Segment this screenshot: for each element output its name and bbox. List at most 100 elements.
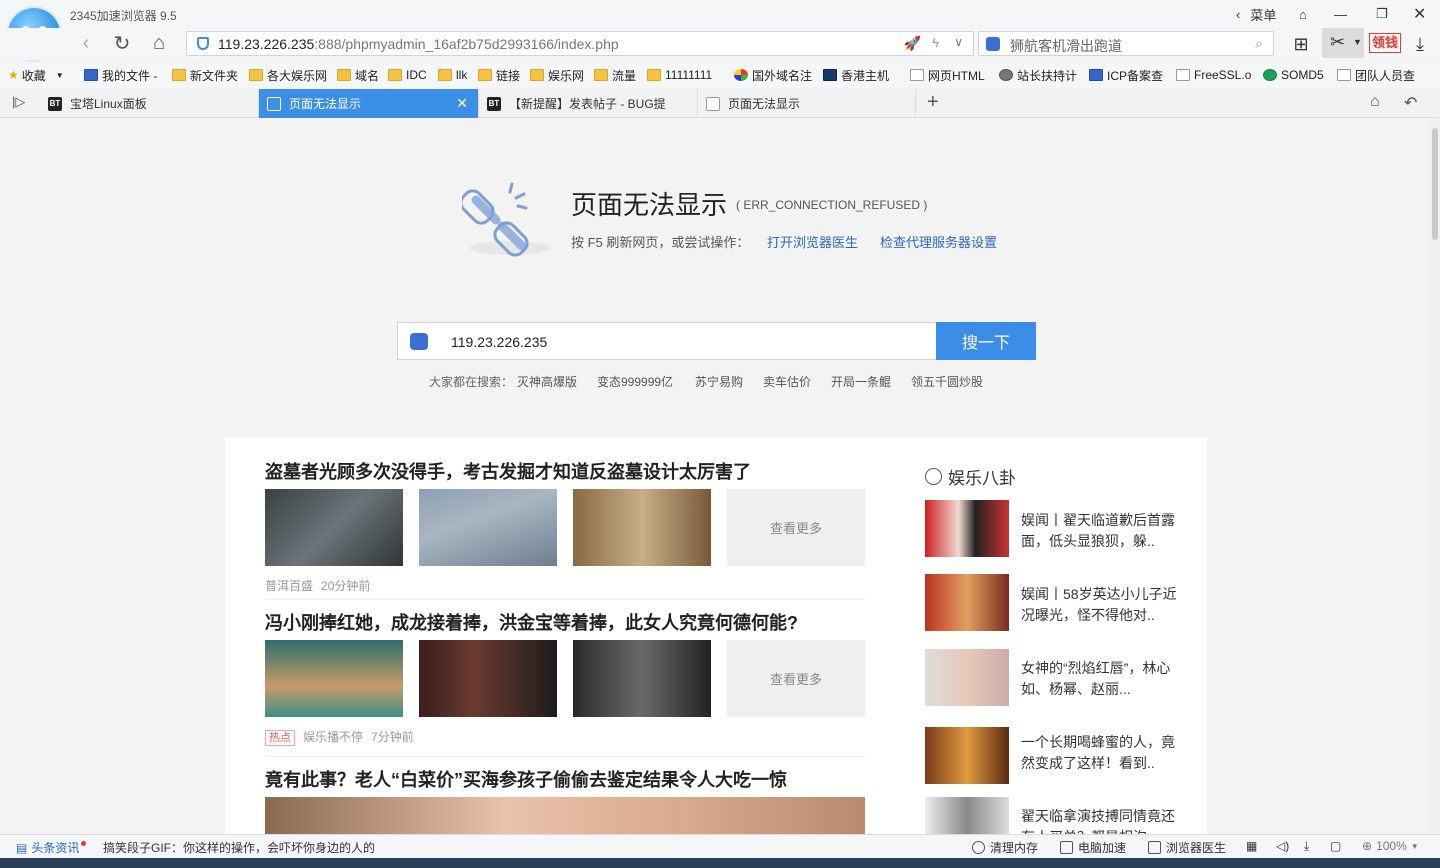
divider xyxy=(265,756,865,757)
news-ticker-button[interactable]: ▤ 头条资讯 xyxy=(16,839,87,856)
side-thumbnail[interactable] xyxy=(925,797,1009,834)
undo-close-icon[interactable]: ↶ xyxy=(1404,93,1417,113)
lingqian-button[interactable]: 领钱 xyxy=(1369,33,1402,53)
bookmark-folder[interactable]: 链接 xyxy=(478,62,520,88)
side-thumbnail[interactable] xyxy=(925,500,1009,557)
home-icon[interactable]: ⌂ xyxy=(147,31,171,55)
download-icon[interactable]: ⤓ xyxy=(1408,32,1432,56)
side-news-text[interactable]: 女神的“烈焰红唇”，林心如、杨幂、赵丽... xyxy=(1021,658,1181,700)
search-box[interactable]: 狮航客机滑出跑道 ⌕ xyxy=(978,31,1274,56)
news-thumbnail[interactable] xyxy=(265,489,403,566)
lightning-icon[interactable]: ϟ xyxy=(932,35,939,50)
tab-error[interactable]: 页面无法显示 xyxy=(698,89,916,118)
bookmark-link[interactable]: 国外域名注 xyxy=(734,62,812,88)
bookmark-label: 团队人员查 xyxy=(1355,68,1416,83)
open-browser-doctor-link[interactable]: 打开浏览器医生 xyxy=(767,232,858,251)
bookmark-link[interactable]: FreeSSL.o xyxy=(1176,62,1251,88)
zoom-control[interactable]: ⊕ 100% ▼ xyxy=(1362,839,1419,853)
bookmark-folder[interactable]: 各大娱乐网 xyxy=(249,62,327,88)
bookmark-link[interactable]: 站长扶持计 xyxy=(999,62,1077,88)
apps-grid-icon[interactable]: ⊞ xyxy=(1289,32,1313,56)
news-large-image[interactable] xyxy=(265,797,865,834)
address-bar[interactable]: 119.23.226.235:888/phpmyadmin_16af2b75d2… xyxy=(186,31,974,56)
minimize-icon[interactable]: — xyxy=(1334,4,1347,24)
tab-error-active[interactable]: 页面无法显示 ✕ xyxy=(259,89,479,118)
back-icon[interactable]: ‹ xyxy=(74,31,98,55)
news-title[interactable]: 冯小刚捧红她，成龙接着捧，洪金宝等着捧，此女人究竟何德何能? xyxy=(265,609,798,635)
sound-icon[interactable]: ◁) xyxy=(1276,839,1289,853)
view-more-button[interactable]: 查看更多 xyxy=(727,489,865,566)
refresh-icon[interactable]: ↻ xyxy=(110,31,134,55)
hot-search-item[interactable]: 开局一条鲲 xyxy=(831,373,891,390)
tab-bt-post[interactable]: BT 【新提醒】发表帖子 - BUG提 xyxy=(479,89,698,118)
new-tab-icon[interactable]: + xyxy=(927,91,939,114)
bookmark-label: 国外域名注 xyxy=(752,68,813,83)
clean-memory-button[interactable]: 清理内存 xyxy=(972,839,1038,856)
side-thumbnail[interactable] xyxy=(925,574,1009,631)
hot-search-item[interactable]: 领五千圆炒股 xyxy=(911,373,983,390)
folder-icon xyxy=(594,69,608,81)
news-title[interactable]: 竟有此事？老人“白菜价”买海参孩子偷偷去鉴定结果令人大吃一惊 xyxy=(265,766,787,792)
sidebar-toggle-icon[interactable]: |▷ xyxy=(12,94,25,110)
side-news-text[interactable]: 翟天临拿演技搏同情竟还有人买单？都是相沟.. xyxy=(1021,806,1181,834)
scrollbar[interactable] xyxy=(1430,118,1440,834)
bookmark-folder[interactable]: llk xyxy=(438,62,467,88)
bookmark-folder[interactable]: 流量 xyxy=(594,62,636,88)
news-thumbnail[interactable] xyxy=(573,640,711,717)
side-news-text[interactable]: 娱闻丨58岁英达小儿子近况曝光，怪不得他对.. xyxy=(1021,584,1181,626)
browser-doctor-button[interactable]: 浏览器医生 xyxy=(1148,839,1226,856)
search-input[interactable]: 119.23.226.235 xyxy=(397,322,937,360)
news-thumbnail[interactable] xyxy=(265,640,403,717)
bookmark-folder[interactable]: 娱乐网 xyxy=(530,62,584,88)
news-thumbnail[interactable] xyxy=(573,489,711,566)
bookmark-my-files[interactable]: 我的文件 - xyxy=(84,62,157,88)
baidu-paw-icon xyxy=(986,37,1000,51)
news-thumbnail[interactable] xyxy=(419,640,557,717)
scrollbar-thumb[interactable] xyxy=(1432,128,1438,240)
pc-speedup-button[interactable]: 电脑加速 xyxy=(1060,839,1126,856)
skin-icon[interactable]: ⌂ xyxy=(1299,4,1307,24)
menu-button[interactable]: ‹ 菜单 xyxy=(1236,4,1276,24)
bookmark-label: SOMD5 xyxy=(1281,68,1324,82)
bookmark-link[interactable]: 网页HTML xyxy=(910,62,985,88)
view-more-button[interactable]: 查看更多 xyxy=(727,640,865,717)
side-heading: 娱乐八卦 xyxy=(925,464,1016,489)
restore-icon[interactable]: ❐ xyxy=(1376,4,1388,24)
bookmark-folder[interactable]: 新文件夹 xyxy=(172,62,238,88)
bookmark-link[interactable]: ICP备案查 xyxy=(1089,62,1163,88)
hot-search-item[interactable]: 苏宁易购 xyxy=(695,373,743,390)
download-icon[interactable]: ⤓ xyxy=(1304,839,1309,854)
bookmark-favorites[interactable]: ★ 收藏 ▼ xyxy=(8,62,64,88)
side-news-text[interactable]: 娱闻丨翟天临道歉后首露面，低头显狼狈，躲.. xyxy=(1021,510,1181,552)
side-thumbnail[interactable] xyxy=(925,727,1009,784)
bookmark-folder[interactable]: 域名 xyxy=(337,62,379,88)
news-title[interactable]: 盗墓者光顾多次没得手，考古发掘才知道反盗墓设计太厉害了 xyxy=(265,458,751,484)
tab-close-icon[interactable]: ✕ xyxy=(456,95,468,112)
tab-bt-panel[interactable]: BT 宝塔Linux面板 xyxy=(40,89,259,118)
check-proxy-settings-link[interactable]: 检查代理服务器设置 xyxy=(880,232,997,251)
gauge-icon xyxy=(972,841,985,854)
search-button[interactable]: 搜一下 xyxy=(936,322,1036,360)
bookmark-label: FreeSSL.o xyxy=(1194,68,1252,82)
chevron-down-icon[interactable]: ∨ xyxy=(954,35,963,49)
bookmark-folder[interactable]: IDC xyxy=(388,62,427,88)
search-icon[interactable]: ⌕ xyxy=(1255,35,1263,52)
side-thumbnail[interactable] xyxy=(925,649,1009,706)
window-icon[interactable]: ▢ xyxy=(1330,839,1341,853)
hot-search-item[interactable]: 卖车估价 xyxy=(763,373,811,390)
bookmark-link[interactable]: SOMD5 xyxy=(1263,62,1324,88)
hot-search-item[interactable]: 灭神高爆版 xyxy=(517,373,577,390)
bookmark-link[interactable]: 团队人员查 xyxy=(1337,62,1415,88)
tab-manager-icon[interactable]: ⌂ xyxy=(1370,93,1380,111)
side-news-text[interactable]: 一个长期喝蜂蜜的人，竟然变成了这样！看到.. xyxy=(1021,732,1181,774)
reader-icon[interactable]: ▦ xyxy=(1246,839,1257,853)
screenshot-button[interactable]: ✂ ▼ xyxy=(1322,28,1364,58)
bookmark-link[interactable]: 香港主机 xyxy=(823,62,889,88)
bookmark-folder[interactable]: 11111111 xyxy=(647,62,712,88)
hot-search-item[interactable]: 变态999999亿 xyxy=(597,373,673,390)
news-ticker-text[interactable]: 搞笑段子GIF：你这样的操作，会吓坏你身边的人的 xyxy=(103,839,375,856)
news-thumbnail[interactable] xyxy=(419,489,557,566)
close-icon[interactable]: ✕ xyxy=(1413,4,1426,24)
rocket-icon[interactable]: 🚀 xyxy=(904,35,921,52)
notification-dot xyxy=(81,841,87,846)
